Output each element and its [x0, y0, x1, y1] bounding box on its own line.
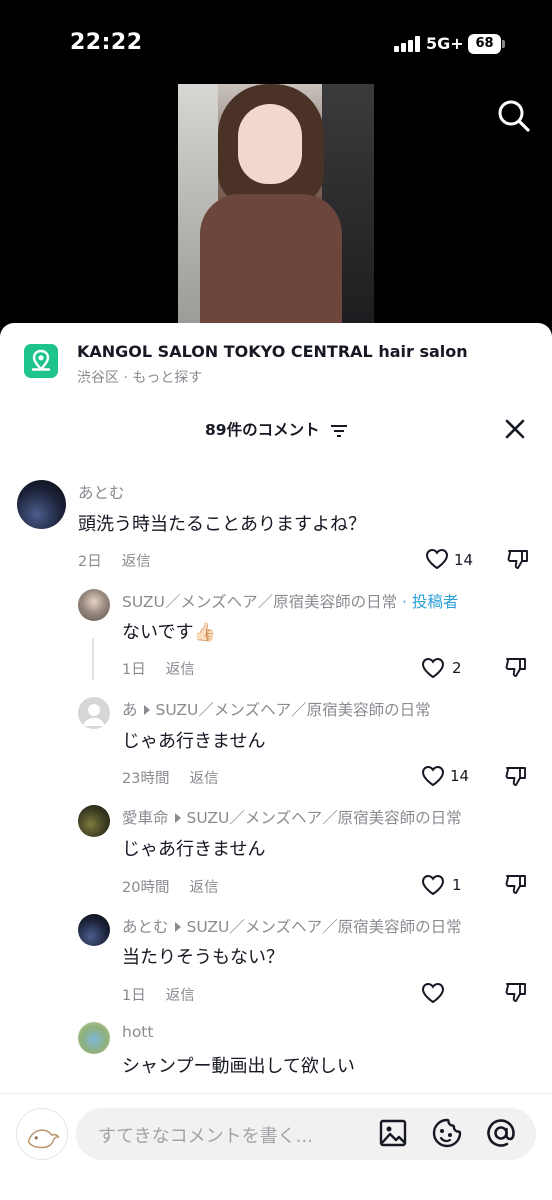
- comment-count-header[interactable]: 89件のコメント: [0, 418, 552, 440]
- author-tag: · 投稿者: [402, 593, 459, 611]
- reply-arrow-icon: [143, 705, 150, 715]
- comment-username[interactable]: 愛車命 SUZU／メンズヘア／原宿美容師の日常: [122, 806, 462, 828]
- status-bar: 22:22 5G+ 68: [0, 0, 552, 84]
- comment-text: 頭洗う時当たることありますよね？: [78, 514, 366, 535]
- comment-text: シャンプー動画出して欲しい: [122, 1056, 355, 1077]
- comment-text: じゃあ行きません: [122, 731, 266, 752]
- reply-button[interactable]: 返信: [166, 988, 195, 1004]
- heart-icon[interactable]: [421, 874, 445, 896]
- poi-subtitle[interactable]: 渋谷区 · もっと探す: [77, 367, 202, 387]
- avatar[interactable]: [78, 914, 110, 946]
- emoji-icon[interactable]: [431, 1117, 463, 1149]
- mention-icon[interactable]: [485, 1117, 517, 1149]
- heart-icon[interactable]: [421, 982, 445, 1004]
- close-icon[interactable]: [503, 417, 527, 441]
- avatar[interactable]: [78, 1022, 110, 1054]
- avatar[interactable]: [78, 805, 110, 837]
- avatar[interactable]: [17, 480, 66, 529]
- comment-time: 20時間: [122, 880, 170, 896]
- reply-button[interactable]: 返信: [189, 771, 218, 787]
- thumbs-down-icon[interactable]: [504, 655, 528, 679]
- search-icon[interactable]: [496, 98, 532, 134]
- signal-icon: [394, 36, 422, 52]
- comment-username[interactable]: SUZU／メンズヘア／原宿美容師の日常 · 投稿者: [122, 590, 458, 612]
- like-count: 1: [452, 876, 462, 894]
- reply-button[interactable]: 返信: [122, 554, 151, 570]
- avatar[interactable]: [78, 589, 110, 621]
- avatar[interactable]: [16, 1108, 68, 1160]
- thumbs-down-icon[interactable]: [504, 872, 528, 896]
- comment-time: 23時間: [122, 771, 170, 787]
- comment-text: ないです👍🏻: [122, 622, 216, 643]
- comment-username[interactable]: あとむ SUZU／メンズヘア／原宿美容師の日常: [122, 915, 462, 937]
- thumbs-down-icon[interactable]: [506, 547, 530, 571]
- thread-line: [92, 638, 94, 680]
- status-time: 22:22: [70, 30, 143, 55]
- battery-icon: 68: [468, 34, 505, 54]
- thumbs-down-icon[interactable]: [504, 980, 528, 1004]
- network-type: 5G+: [426, 34, 464, 53]
- reply-arrow-icon: [174, 922, 181, 932]
- comment-username[interactable]: hott: [122, 1023, 153, 1041]
- heart-icon[interactable]: [421, 765, 445, 787]
- comment-meta: 20時間 返信: [122, 876, 218, 897]
- reply-button[interactable]: 返信: [189, 880, 218, 896]
- heart-icon[interactable]: [421, 657, 445, 679]
- comment-meta: 23時間 返信: [122, 767, 218, 788]
- thumbs-down-icon[interactable]: [504, 764, 528, 788]
- comment-username[interactable]: あ SUZU／メンズヘア／原宿美容師の日常: [122, 698, 431, 720]
- comment-time: 2日: [78, 554, 102, 570]
- reply-arrow-icon: [174, 813, 181, 823]
- video-thumbnail[interactable]: [178, 84, 374, 328]
- like-count: 14: [454, 551, 474, 569]
- comment-meta: 1日 返信: [122, 658, 195, 679]
- reply-button[interactable]: 返信: [166, 662, 195, 678]
- avatar[interactable]: [78, 697, 110, 729]
- comment-input-placeholder[interactable]: すてきなコメントを書く...: [98, 1122, 313, 1148]
- comment-meta: 1日 返信: [122, 984, 195, 1005]
- heart-icon[interactable]: [425, 548, 449, 570]
- filter-icon[interactable]: [330, 424, 347, 438]
- location-pin-icon[interactable]: [24, 344, 58, 378]
- battery-level: 68: [468, 34, 501, 54]
- comment-text: じゃあ行きません: [122, 839, 266, 860]
- comment-time: 1日: [122, 662, 146, 678]
- comment-username[interactable]: あとむ: [78, 481, 125, 503]
- like-count: 14: [450, 767, 470, 785]
- comment-time: 1日: [122, 988, 146, 1004]
- comment-count: 89件のコメント: [205, 421, 320, 439]
- like-count: 2: [452, 659, 462, 677]
- comment-text: 当たりそうもない？: [122, 947, 284, 968]
- comment-meta: 2日 返信: [78, 550, 151, 571]
- poi-name[interactable]: KANGOL SALON TOKYO CENTRAL hair salon: [77, 342, 468, 361]
- image-icon[interactable]: [377, 1117, 409, 1149]
